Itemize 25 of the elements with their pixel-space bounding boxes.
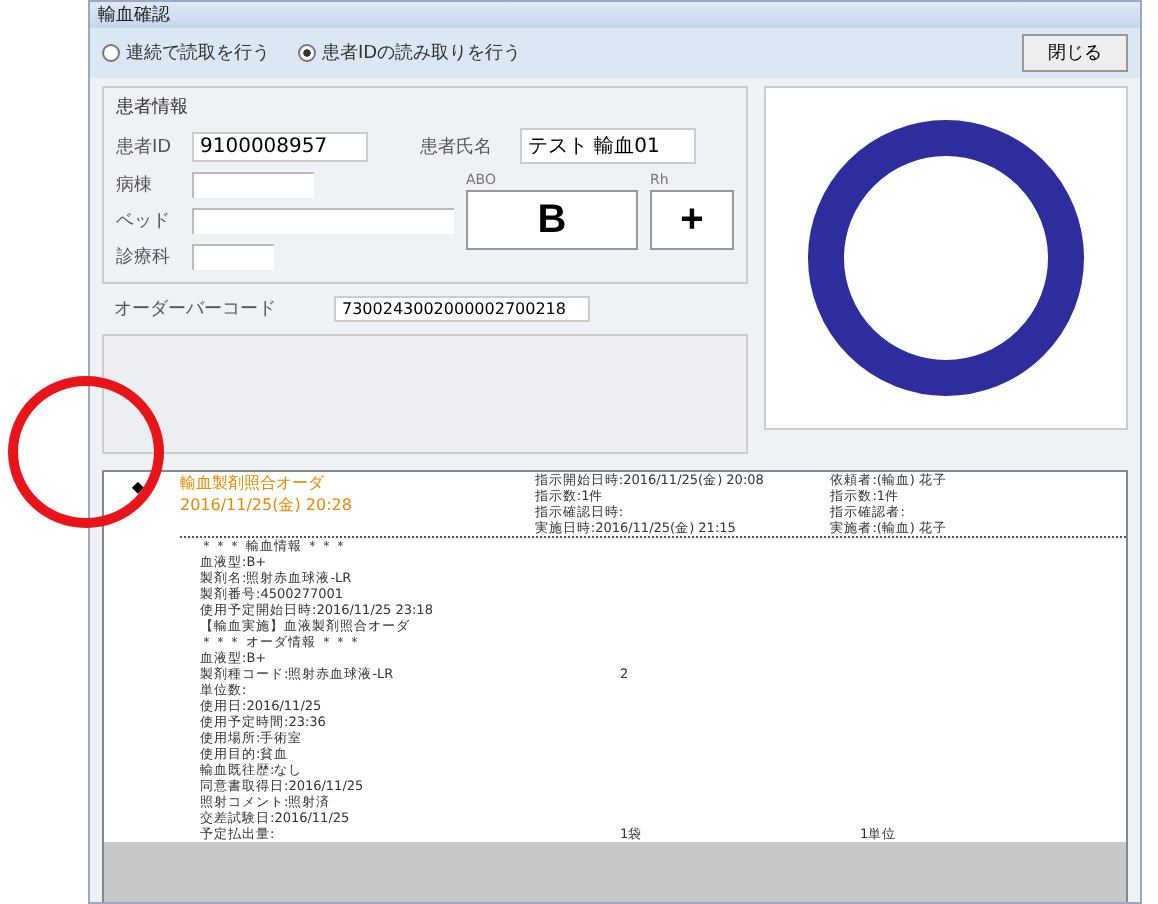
rh-value: +: [650, 190, 734, 250]
close-button[interactable]: 閉じる: [1022, 34, 1128, 72]
field-label: 患者ID: [116, 135, 174, 159]
barcode-field[interactable]: 7300243002000002700218: [334, 296, 590, 322]
patient-name-field: テスト 輸血01: [520, 128, 696, 164]
field-label: 病棟: [116, 173, 154, 198]
input-field[interactable]: [192, 172, 314, 198]
field-label: オーダーバーコード: [114, 297, 278, 322]
ring-icon: [806, 118, 1086, 398]
input-field[interactable]: [192, 244, 274, 270]
mode-radio[interactable]: 患者IDの読み取りを行う: [298, 40, 522, 66]
mode-radio[interactable]: 連続で読取を行う: [102, 40, 270, 66]
radio-dot[interactable]: [102, 44, 120, 62]
radio-dot[interactable]: [298, 44, 316, 62]
field-label: 診療科: [116, 245, 172, 270]
record-date: 2016/11/25(金) 20:28: [180, 494, 354, 516]
patient-id-field: 9100008957: [192, 131, 368, 161]
window-title: 輸血確認: [98, 3, 170, 28]
abo-value: B: [466, 190, 638, 250]
row-marker[interactable]: ◆: [131, 478, 145, 496]
field-label: ベッド: [116, 210, 172, 234]
record-title: 輸血製剤照合オーダ: [180, 472, 326, 494]
input-field[interactable]: [192, 208, 454, 234]
group-title: 患者情報: [116, 95, 190, 120]
field-label: 患者氏名: [420, 135, 494, 159]
